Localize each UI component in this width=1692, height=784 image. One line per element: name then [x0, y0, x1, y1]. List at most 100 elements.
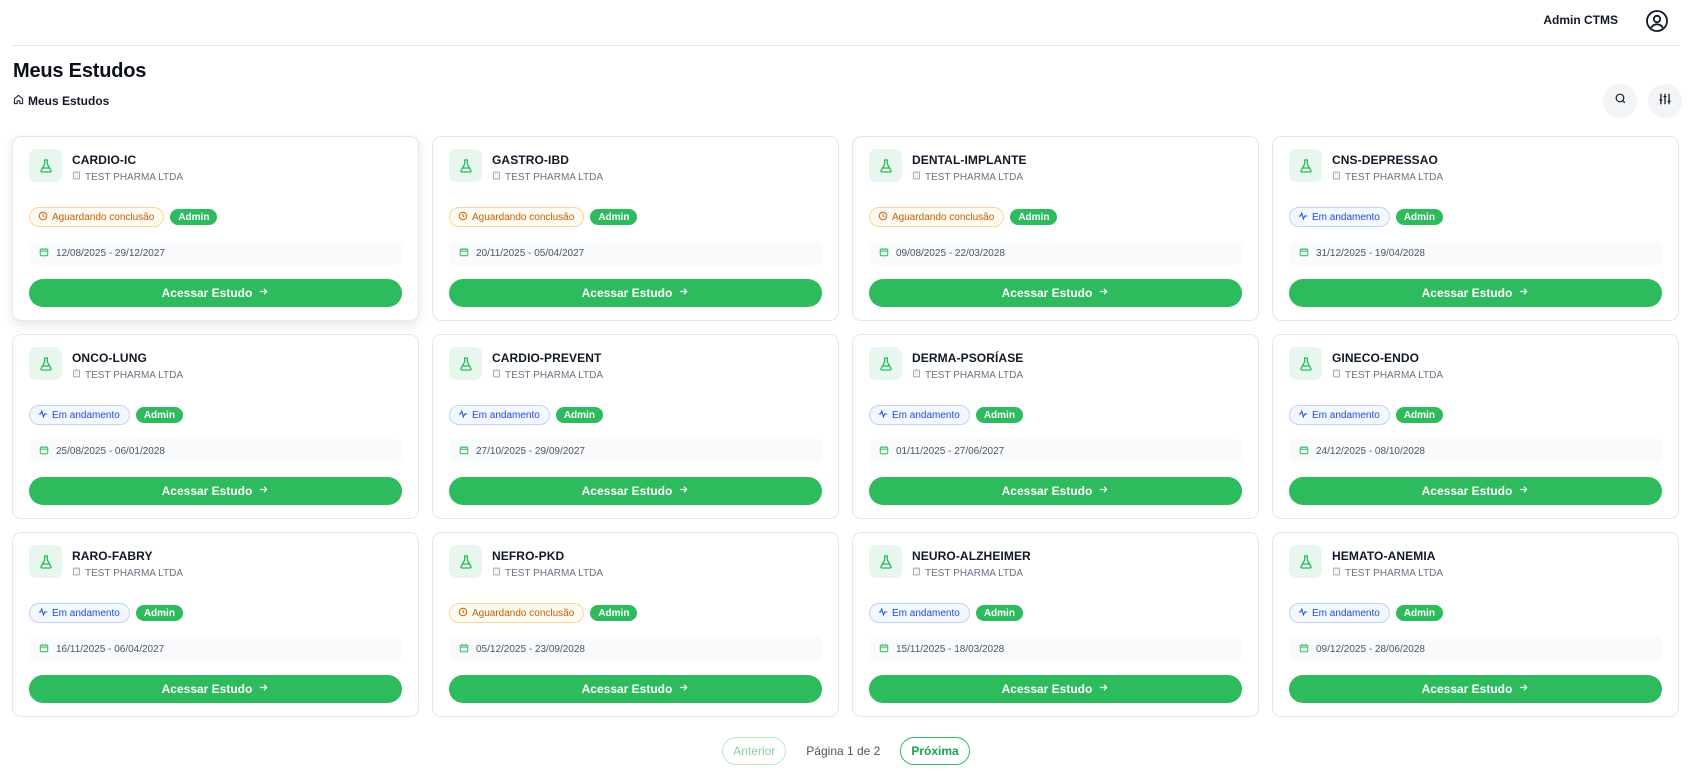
- status-label: Em andamento: [1312, 211, 1380, 223]
- flask-icon: [449, 347, 482, 380]
- access-study-label: Acessar Estudo: [581, 484, 673, 498]
- home-icon[interactable]: [13, 94, 24, 108]
- status-label: Aguardando conclusão: [472, 607, 575, 619]
- card-badges: Aguardando conclusão Admin: [449, 207, 638, 227]
- card-badges: Em andamento Admin: [1289, 405, 1443, 425]
- access-study-button[interactable]: Acessar Estudo: [1289, 675, 1662, 703]
- building-icon: [72, 171, 81, 183]
- study-dates: 27/10/2025 - 29/09/2027: [449, 439, 822, 463]
- card-badges: Em andamento Admin: [29, 603, 183, 623]
- calendar-icon: [1299, 247, 1309, 260]
- arrow-right-icon: [258, 484, 269, 498]
- sponsor-org: TEST PHARMA LTDA: [72, 567, 183, 579]
- previous-page-button[interactable]: Anterior: [722, 737, 787, 765]
- building-icon: [1332, 171, 1341, 183]
- study-name: CARDIO-PREVENT: [492, 351, 602, 365]
- next-page-button[interactable]: Próxima: [900, 737, 970, 765]
- access-study-button[interactable]: Acessar Estudo: [869, 477, 1242, 505]
- study-card: NEFRO-PKD TEST PHARMA LTDA Aguardando co…: [432, 532, 839, 717]
- clock-icon: [38, 211, 48, 224]
- access-study-button[interactable]: Acessar Estudo: [1289, 279, 1662, 307]
- sponsor-org: TEST PHARMA LTDA: [912, 171, 1027, 183]
- sponsor-org-label: TEST PHARMA LTDA: [1345, 369, 1443, 381]
- calendar-icon: [459, 247, 469, 260]
- role-badge: Admin: [1395, 209, 1443, 225]
- calendar-icon: [459, 643, 469, 656]
- study-name: GINECO-ENDO: [1332, 351, 1420, 365]
- calendar-icon: [39, 247, 49, 260]
- access-study-button[interactable]: Acessar Estudo: [29, 279, 402, 307]
- study-dates: 31/12/2025 - 19/04/2028: [1289, 241, 1662, 265]
- arrow-right-icon: [1098, 484, 1109, 498]
- study-name: ONCO-LUNG: [72, 351, 147, 365]
- study-card: GINECO-ENDO TEST PHARMA LTDA Em andament…: [1272, 334, 1679, 519]
- study-name: CNS-DEPRESSAO: [1332, 153, 1438, 167]
- date-range: 01/11/2025 - 27/06/2027: [896, 445, 1005, 457]
- access-study-button[interactable]: Acessar Estudo: [869, 279, 1242, 307]
- building-icon: [1332, 369, 1341, 381]
- status-label: Em andamento: [1312, 409, 1380, 421]
- page-title: Meus Estudos: [13, 60, 147, 82]
- access-study-button[interactable]: Acessar Estudo: [29, 477, 402, 505]
- flask-icon: [869, 149, 902, 182]
- study-name: NEURO-ALZHEIMER: [912, 549, 1031, 563]
- access-study-button[interactable]: Acessar Estudo: [29, 675, 402, 703]
- study-dates: 25/08/2025 - 06/01/2028: [29, 439, 402, 463]
- building-icon: [492, 171, 501, 183]
- date-range: 12/08/2025 - 29/12/2027: [56, 247, 165, 259]
- building-icon: [72, 369, 81, 381]
- role-badge: Admin: [555, 407, 603, 423]
- status-badge: Em andamento: [1289, 405, 1390, 425]
- sponsor-org-label: TEST PHARMA LTDA: [1345, 567, 1443, 579]
- search-button[interactable]: [1603, 84, 1637, 118]
- date-range: 25/08/2025 - 06/01/2028: [56, 445, 165, 457]
- access-study-label: Acessar Estudo: [581, 286, 673, 300]
- arrow-right-icon: [1518, 484, 1529, 498]
- flask-icon: [869, 545, 902, 578]
- building-icon: [492, 369, 501, 381]
- card-badges: Em andamento Admin: [449, 405, 603, 425]
- filter-button[interactable]: [1648, 84, 1682, 118]
- clock-icon: [878, 211, 888, 224]
- card-header: NEURO-ALZHEIMER TEST PHARMA LTDA: [869, 545, 1031, 579]
- card-badges: Em andamento Admin: [869, 405, 1023, 425]
- building-icon: [912, 567, 921, 579]
- access-study-label: Acessar Estudo: [161, 286, 253, 300]
- flask-icon: [29, 347, 62, 380]
- study-dates: 09/08/2025 - 22/03/2028: [869, 241, 1242, 265]
- calendar-icon: [1299, 643, 1309, 656]
- study-card: CNS-DEPRESSAO TEST PHARMA LTDA Em andame…: [1272, 136, 1679, 321]
- status-label: Aguardando conclusão: [52, 211, 155, 223]
- flask-icon: [869, 347, 902, 380]
- activity-icon: [878, 409, 888, 422]
- access-study-button[interactable]: Acessar Estudo: [449, 279, 822, 307]
- access-study-label: Acessar Estudo: [161, 682, 253, 696]
- search-icon: [1614, 92, 1627, 110]
- card-header: HEMATO-ANEMIA TEST PHARMA LTDA: [1289, 545, 1443, 579]
- role-badge: Admin: [1395, 605, 1443, 621]
- sponsor-org-label: TEST PHARMA LTDA: [505, 567, 603, 579]
- role-badge: Admin: [1010, 209, 1058, 225]
- study-card: CARDIO-IC TEST PHARMA LTDA Aguardando co…: [12, 136, 419, 321]
- sponsor-org-label: TEST PHARMA LTDA: [505, 369, 603, 381]
- status-badge: Em andamento: [29, 405, 130, 425]
- access-study-label: Acessar Estudo: [1001, 286, 1093, 300]
- date-range: 16/11/2025 - 06/04/2027: [56, 643, 165, 655]
- flask-icon: [1289, 149, 1322, 182]
- card-badges: Em andamento Admin: [29, 405, 183, 425]
- access-study-button[interactable]: Acessar Estudo: [449, 675, 822, 703]
- study-dates: 20/11/2025 - 05/04/2027: [449, 241, 822, 265]
- user-circle-icon[interactable]: [1644, 8, 1670, 34]
- sponsor-org-label: TEST PHARMA LTDA: [85, 567, 183, 579]
- access-study-button[interactable]: Acessar Estudo: [1289, 477, 1662, 505]
- access-study-button[interactable]: Acessar Estudo: [869, 675, 1242, 703]
- access-study-button[interactable]: Acessar Estudo: [449, 477, 822, 505]
- study-dates: 05/12/2025 - 23/09/2028: [449, 637, 822, 661]
- card-header: DENTAL-IMPLANTE TEST PHARMA LTDA: [869, 149, 1027, 183]
- sponsor-org: TEST PHARMA LTDA: [72, 369, 183, 381]
- status-badge: Em andamento: [449, 405, 550, 425]
- access-study-label: Acessar Estudo: [1421, 682, 1513, 696]
- status-label: Em andamento: [892, 607, 960, 619]
- status-badge: Em andamento: [1289, 207, 1390, 227]
- study-dates: 15/11/2025 - 18/03/2028: [869, 637, 1242, 661]
